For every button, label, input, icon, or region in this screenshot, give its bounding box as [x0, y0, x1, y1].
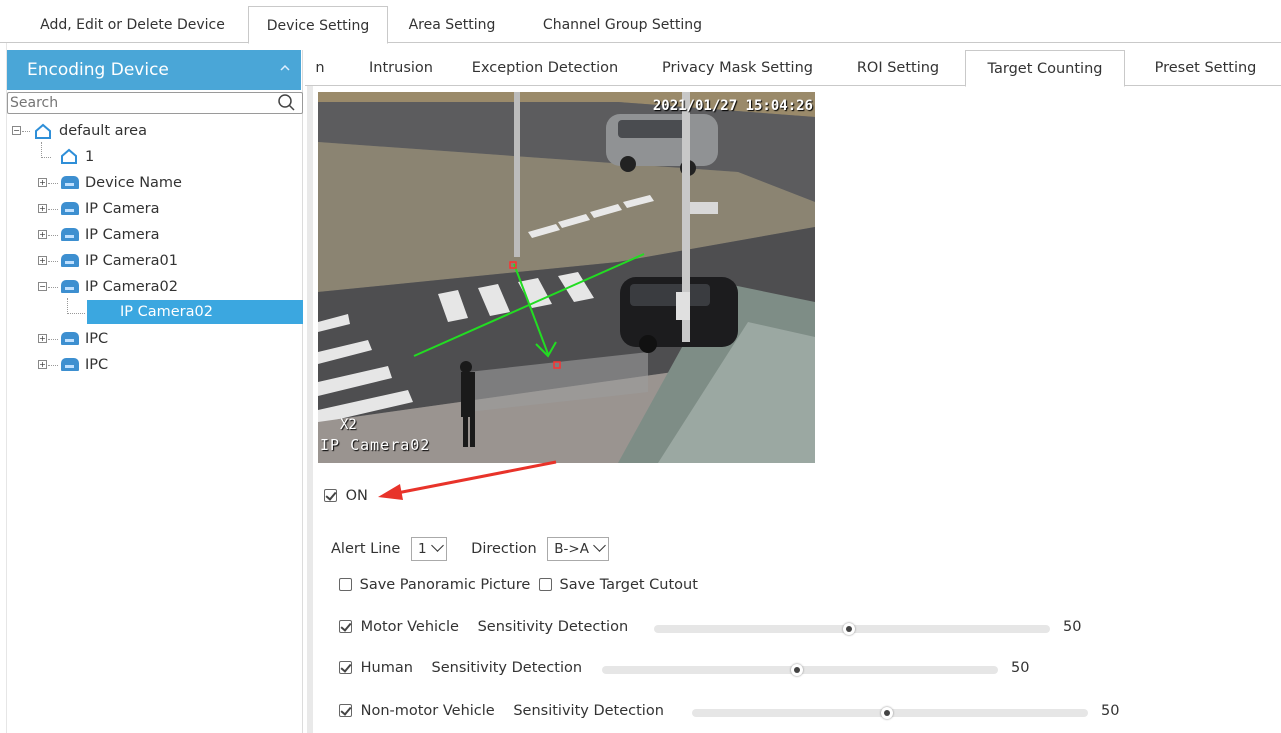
- direction-value: B->A: [554, 541, 589, 557]
- search-input[interactable]: [8, 93, 258, 113]
- human-sensitivity-label: Sensitivity Detection: [431, 660, 583, 676]
- expand-toggle-icon[interactable]: +: [38, 204, 47, 213]
- tab-device-setting[interactable]: Device Setting: [248, 6, 388, 44]
- encoding-device-title: Encoding Device: [27, 60, 169, 80]
- tree-item-device[interactable]: IP Camera: [85, 224, 160, 246]
- encoding-device-panel: Encoding Device − default area 1 + Devic…: [7, 50, 303, 733]
- content-scrollbar[interactable]: [307, 86, 313, 733]
- tree-item-device[interactable]: IP Camera02: [85, 276, 178, 298]
- chevron-down-icon: [593, 539, 606, 552]
- encoder-device-icon: [61, 202, 79, 215]
- non-motor-vehicle-sensitivity-value: 50: [1101, 703, 1120, 719]
- tab-preset-setting[interactable]: Preset Setting: [1133, 50, 1278, 86]
- osd-zoom: X2: [340, 417, 357, 433]
- slider-knob[interactable]: [843, 623, 855, 635]
- expand-toggle-icon[interactable]: +: [38, 256, 47, 265]
- direction-label: Direction: [471, 541, 537, 557]
- tree-item-device[interactable]: Device Name: [85, 172, 182, 194]
- slider-knob[interactable]: [881, 707, 893, 719]
- alert-line-value: 1: [417, 541, 427, 557]
- tree-item-area-1[interactable]: 1: [85, 146, 94, 168]
- human-label: Human: [360, 660, 413, 676]
- search-icon[interactable]: [276, 93, 296, 117]
- area-home-icon: [35, 123, 51, 139]
- encoder-device-icon: [61, 254, 79, 267]
- human-checkbox[interactable]: [339, 661, 352, 674]
- chevron-up-icon[interactable]: [279, 50, 291, 90]
- camera-preview[interactable]: 2021/01/27 15:04:26 X2 IP Camera02: [318, 92, 815, 463]
- expand-toggle-icon[interactable]: +: [38, 178, 47, 187]
- window-left-edge: [0, 0, 7, 733]
- encoder-device-icon: [61, 332, 79, 345]
- tree-item-device[interactable]: IP Camera: [85, 198, 160, 220]
- enable-checkbox[interactable]: [324, 489, 337, 502]
- human-sensitivity-value: 50: [1011, 660, 1030, 676]
- motor-vehicle-sensitivity-label: Sensitivity Detection: [477, 619, 629, 635]
- tree-item-default-area[interactable]: default area: [59, 120, 147, 142]
- osd-camera-name: IP Camera02: [320, 436, 431, 454]
- expand-toggle-icon[interactable]: +: [38, 230, 47, 239]
- alert-line-row: Alert Line 1 Direction B->A: [331, 537, 609, 561]
- smart-event-tab-bar: n Intrusion Exception Detection Privacy …: [305, 50, 1281, 87]
- save-panoramic-label: Save Panoramic Picture: [359, 577, 531, 593]
- tab-intrusion[interactable]: Intrusion: [351, 50, 451, 86]
- non-motor-vehicle-sensitivity-label: Sensitivity Detection: [513, 703, 664, 719]
- tree-item-device[interactable]: IP Camera01: [85, 250, 178, 272]
- tree-item-channel-selected[interactable]: IP Camera02: [87, 300, 303, 324]
- enable-label: ON: [345, 488, 368, 504]
- motor-vehicle-checkbox[interactable]: [339, 620, 352, 633]
- collapse-toggle-icon[interactable]: −: [12, 126, 21, 135]
- motor-vehicle-sensitivity-slider[interactable]: [654, 623, 1050, 635]
- non-motor-vehicle-sensitivity-slider[interactable]: [692, 707, 1088, 719]
- device-search: [7, 92, 303, 114]
- save-panoramic-checkbox[interactable]: [339, 578, 352, 591]
- area-home-icon: [61, 148, 77, 164]
- alert-line-select[interactable]: 1: [410, 537, 447, 561]
- tab-exception-detection[interactable]: Exception Detection: [455, 50, 635, 86]
- encoder-device-icon: [61, 176, 79, 189]
- expand-toggle-icon[interactable]: +: [38, 360, 47, 369]
- save-cutout-label: Save Target Cutout: [559, 577, 698, 593]
- slider-knob[interactable]: [791, 664, 803, 676]
- motor-vehicle-sensitivity-value: 50: [1063, 619, 1082, 635]
- non-motor-vehicle-row: Non-motor Vehicle Sensitivity Detection: [339, 703, 664, 719]
- human-row: Human Sensitivity Detection: [339, 660, 582, 676]
- tab-truncated[interactable]: n: [305, 50, 335, 86]
- save-cutout-checkbox[interactable]: [538, 578, 552, 591]
- tree-item-device[interactable]: IPC: [85, 328, 108, 350]
- camera-scene: [318, 92, 815, 463]
- tab-area-setting[interactable]: Area Setting: [392, 7, 512, 43]
- tree-item-device[interactable]: IPC: [85, 354, 108, 376]
- tab-channel-group-setting[interactable]: Channel Group Setting: [520, 7, 725, 43]
- motor-vehicle-label: Motor Vehicle: [360, 619, 459, 635]
- tab-roi-setting[interactable]: ROI Setting: [838, 50, 958, 86]
- annotation-arrow: [378, 460, 557, 500]
- direction-select[interactable]: B->A: [547, 537, 609, 561]
- human-sensitivity-slider[interactable]: [602, 664, 998, 676]
- motor-vehicle-row: Motor Vehicle Sensitivity Detection: [339, 619, 628, 635]
- non-motor-vehicle-checkbox[interactable]: [339, 704, 352, 717]
- enable-toggle[interactable]: ON: [324, 488, 368, 504]
- tab-add-edit-delete-device[interactable]: Add, Edit or Delete Device: [20, 7, 245, 43]
- save-options-row: Save Panoramic Picture Save Target Cutou…: [339, 577, 698, 593]
- expand-toggle-icon[interactable]: +: [38, 334, 47, 343]
- chevron-down-icon: [430, 539, 444, 552]
- alert-line-label: Alert Line: [331, 541, 401, 557]
- collapse-toggle-icon[interactable]: −: [38, 282, 47, 291]
- encoder-device-icon: [61, 228, 79, 241]
- encoder-device-icon: [61, 280, 79, 293]
- top-tab-bar: Add, Edit or Delete Device Device Settin…: [0, 0, 1281, 44]
- tab-target-counting[interactable]: Target Counting: [965, 50, 1125, 87]
- encoder-device-icon: [61, 358, 79, 371]
- non-motor-vehicle-label: Non-motor Vehicle: [360, 703, 495, 719]
- osd-timestamp: 2021/01/27 15:04:26: [652, 98, 813, 114]
- encoding-device-header[interactable]: Encoding Device: [7, 50, 301, 90]
- tab-privacy-mask-setting[interactable]: Privacy Mask Setting: [645, 50, 830, 86]
